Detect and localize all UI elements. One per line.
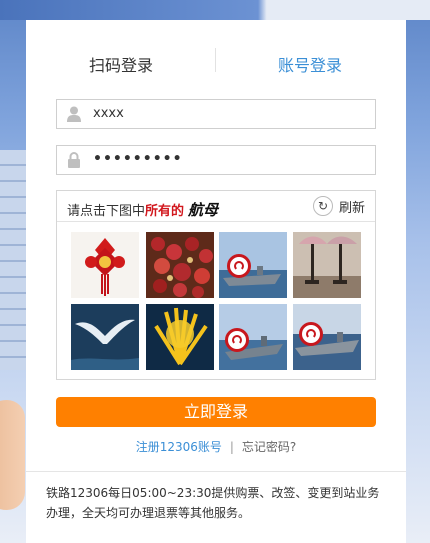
selected-marker-icon xyxy=(225,328,249,352)
selected-marker-icon xyxy=(227,254,251,278)
username-value: xxxx xyxy=(93,106,124,121)
captcha-image-seabird[interactable] xyxy=(71,304,139,370)
password-field[interactable]: ••••••••• xyxy=(56,145,376,175)
captcha-image-grid xyxy=(71,232,363,370)
captcha-prompt: 请点击下图中所有的 航母 xyxy=(67,199,218,220)
captcha-image-candlesticks[interactable] xyxy=(293,232,361,298)
tab-divider xyxy=(215,48,216,72)
captcha-image-red-seeds[interactable] xyxy=(146,232,214,298)
service-hours-notice: 铁路12306每日05:00~23:30提供购票、改签、变更到站业务办理，全天均… xyxy=(46,486,380,520)
username-field[interactable]: xxxx xyxy=(56,99,376,129)
tab-qr-login[interactable]: 扫码登录 xyxy=(89,52,153,76)
login-panel: 扫码登录 账号登录 xxxx ••••••••• 请点击下图中所有的 航母 ↻ 刷… xyxy=(26,20,406,543)
captcha-prompt-prefix: 请点击下图中 xyxy=(67,204,146,219)
captcha-image-aircraft-carrier[interactable] xyxy=(219,304,287,370)
login-button[interactable]: 立即登录 xyxy=(56,397,376,427)
captcha-image-yellow-worm[interactable] xyxy=(146,304,214,370)
user-icon xyxy=(67,106,81,122)
tab-account-login[interactable]: 账号登录 xyxy=(278,52,342,76)
background-building xyxy=(0,150,28,370)
refresh-label: 刷新 xyxy=(338,200,365,216)
background-top-strip xyxy=(0,0,430,20)
refresh-icon: ↻ xyxy=(312,196,333,216)
captcha-refresh-button[interactable]: ↻ 刷新 xyxy=(312,196,365,216)
auth-links: 注册12306账号 | 忘记密码? xyxy=(26,438,406,455)
captcha-image-aircraft-carrier[interactable] xyxy=(293,304,361,370)
link-separator: | xyxy=(229,440,234,454)
captcha-image-chinese-knot[interactable] xyxy=(71,232,139,298)
captcha-prompt-highlight: 所有的 xyxy=(145,204,185,219)
selected-marker-icon xyxy=(299,322,323,346)
captcha-header: 请点击下图中所有的 航母 ↻ 刷新 xyxy=(57,191,375,222)
register-link[interactable]: 注册12306账号 xyxy=(136,440,222,454)
captcha-target-word: 航母 xyxy=(188,201,219,219)
divider xyxy=(26,471,406,472)
login-tabs: 扫码登录 账号登录 xyxy=(26,20,406,98)
captcha-image-aircraft-carrier[interactable] xyxy=(219,232,287,298)
lock-icon xyxy=(67,152,81,168)
password-value: ••••••••• xyxy=(93,151,183,167)
background-hand xyxy=(0,400,25,510)
forgot-password-link[interactable]: 忘记密码? xyxy=(242,440,296,454)
image-captcha: 请点击下图中所有的 航母 ↻ 刷新 xyxy=(56,190,376,380)
